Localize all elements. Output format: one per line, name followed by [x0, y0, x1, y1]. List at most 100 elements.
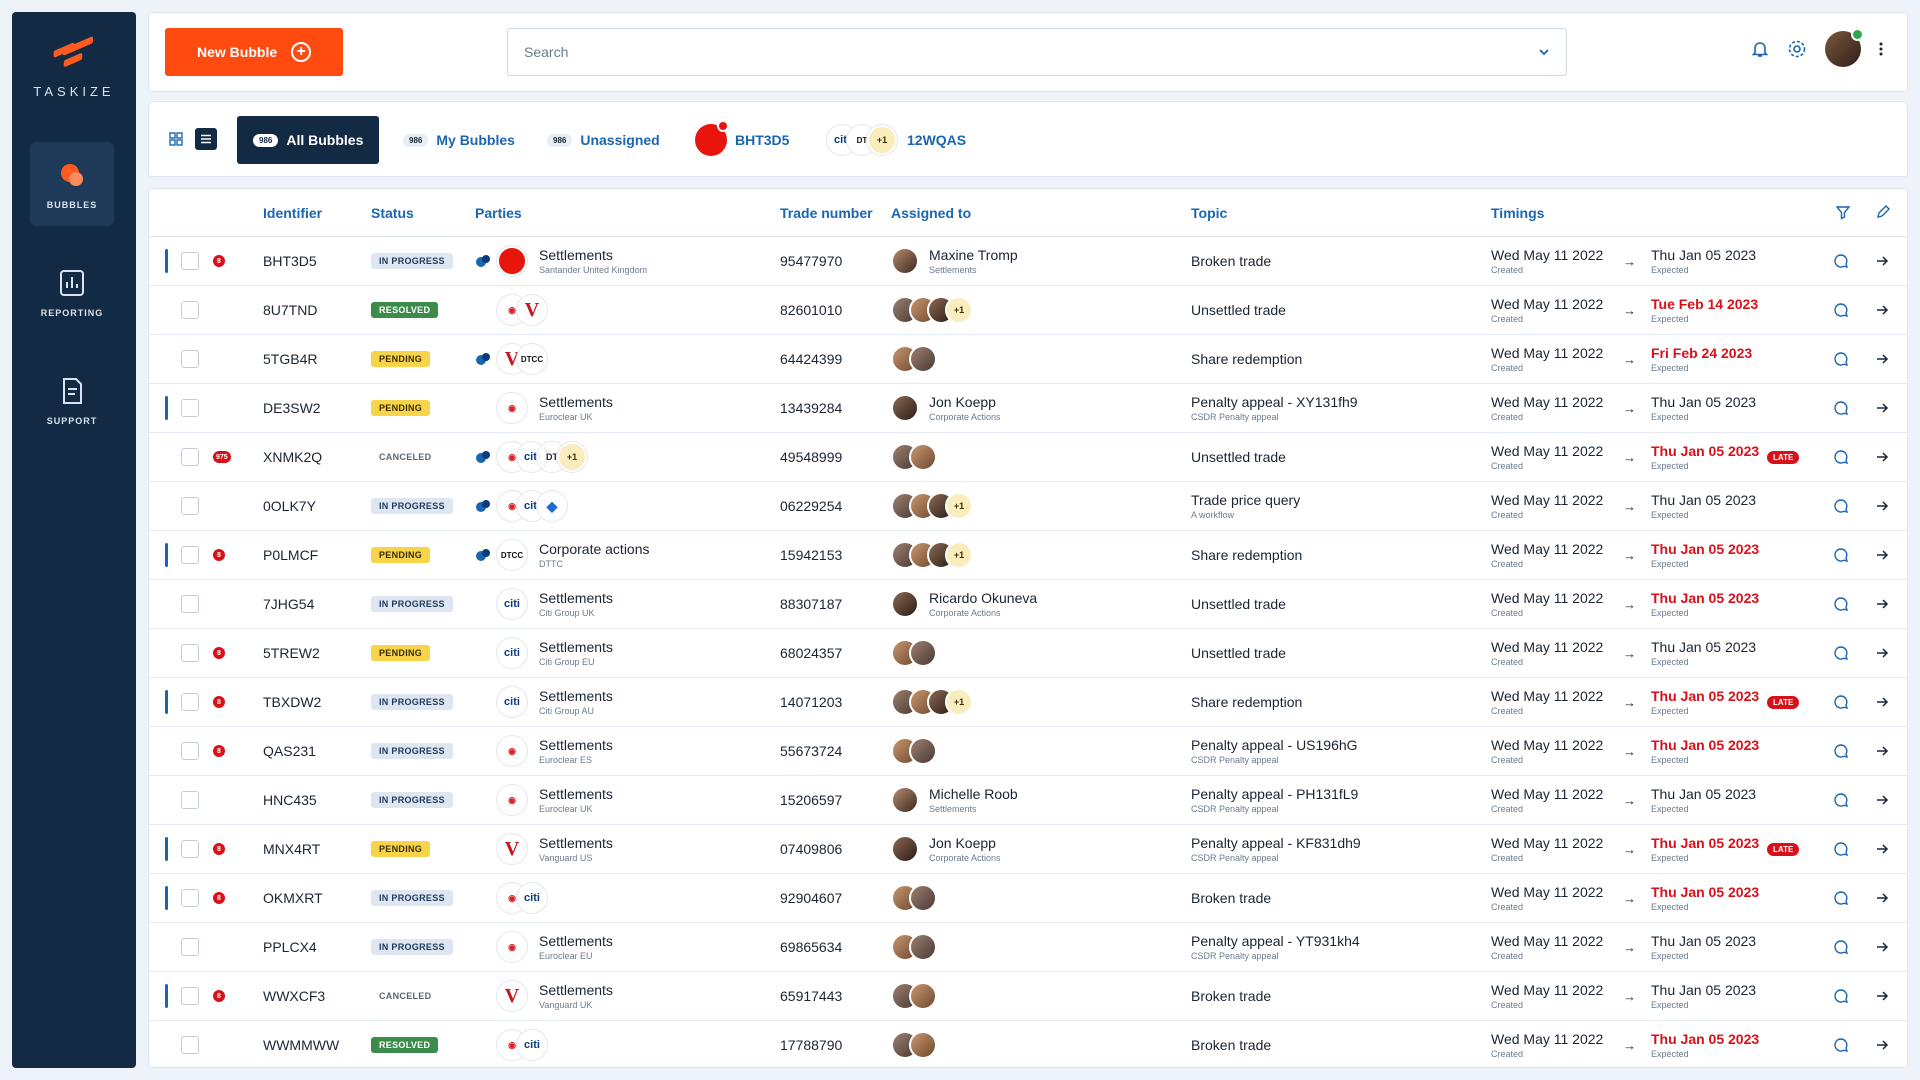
- table-row[interactable]: 8 WWXCF3 CANCELED V Settlements Vanguard UK 65…: [149, 972, 1907, 1021]
- row-identifier[interactable]: MNX4RT: [263, 825, 320, 873]
- table-row[interactable]: 8 TBXDW2 IN PROGRESS citi Settlements Citi Gr…: [149, 678, 1907, 727]
- table-row[interactable]: 7JHG54 IN PROGRESS citi Settlements Citi Gro…: [149, 580, 1907, 629]
- grid-view-button[interactable]: [165, 128, 187, 150]
- sidebar-item-support[interactable]: SUPPORT: [30, 358, 114, 442]
- column-header-assigned-to[interactable]: Assigned to: [891, 205, 971, 221]
- row-checkbox[interactable]: [181, 1036, 199, 1054]
- table-row[interactable]: 8U7TND RESOLVED ◉ V 82601010 +1 Unsettled trad…: [149, 286, 1907, 335]
- row-identifier[interactable]: QAS231: [263, 727, 316, 775]
- row-checkbox[interactable]: [181, 301, 199, 319]
- sidebar-item-bubbles[interactable]: BUBBLES: [30, 142, 114, 226]
- row-checkbox[interactable]: [181, 742, 199, 760]
- row-identifier[interactable]: P0LMCF: [263, 531, 318, 579]
- row-checkbox[interactable]: [181, 497, 199, 515]
- tab-unassigned[interactable]: 986 Unassigned: [531, 116, 676, 164]
- row-checkbox[interactable]: [181, 644, 199, 662]
- chevron-down-icon[interactable]: [1538, 46, 1550, 58]
- table-row[interactable]: 8 P0LMCF PENDING DTCC Corporate actions DTTC 1…: [149, 531, 1907, 580]
- table-row[interactable]: 8 MNX4RT PENDING V Settlements Vanguard US 074…: [149, 825, 1907, 874]
- row-identifier[interactable]: XNMK2Q: [263, 433, 322, 481]
- open-row-arrow-icon[interactable]: [1875, 482, 1889, 530]
- table-row[interactable]: 975 XNMK2Q CANCELED ◉ citi DT +1 49548999 Unsett…: [149, 433, 1907, 482]
- open-row-arrow-icon[interactable]: [1875, 335, 1889, 383]
- taskize-logo[interactable]: TASKIZE: [12, 36, 136, 99]
- open-row-arrow-icon[interactable]: [1875, 776, 1889, 824]
- row-checkbox[interactable]: [181, 350, 199, 368]
- row-checkbox[interactable]: [181, 889, 199, 907]
- row-checkbox[interactable]: [181, 252, 199, 270]
- gear-icon[interactable]: [1787, 39, 1807, 59]
- open-row-arrow-icon[interactable]: [1875, 286, 1889, 334]
- list-view-button[interactable]: [195, 128, 217, 150]
- row-checkbox[interactable]: [181, 546, 199, 564]
- filter-icon[interactable]: [1835, 204, 1851, 220]
- table-row[interactable]: PPLCX4 IN PROGRESS ◉ Settlements Euroclear E…: [149, 923, 1907, 972]
- comment-icon[interactable]: [1833, 433, 1849, 481]
- row-identifier[interactable]: 5TGB4R: [263, 335, 317, 383]
- table-row[interactable]: 8 BHT3D5 IN PROGRESS Settlements Santander U…: [149, 237, 1907, 286]
- table-row[interactable]: 8 5TREW2 PENDING citi Settlements Citi Group …: [149, 629, 1907, 678]
- comment-icon[interactable]: [1833, 678, 1849, 726]
- table-row[interactable]: WWMMWW RESOLVED ◉ citi 17788790 Broken trade W…: [149, 1021, 1907, 1067]
- open-row-arrow-icon[interactable]: [1875, 384, 1889, 432]
- tab-bht3d5[interactable]: BHT3D5: [679, 116, 805, 164]
- comment-icon[interactable]: [1833, 1021, 1849, 1067]
- row-identifier[interactable]: HNC435: [263, 776, 317, 824]
- row-identifier[interactable]: 8U7TND: [263, 286, 317, 334]
- open-row-arrow-icon[interactable]: [1875, 678, 1889, 726]
- comment-icon[interactable]: [1833, 629, 1849, 677]
- column-header-topic[interactable]: Topic: [1191, 205, 1227, 221]
- open-row-arrow-icon[interactable]: [1875, 531, 1889, 579]
- row-identifier[interactable]: DE3SW2: [263, 384, 321, 432]
- row-checkbox[interactable]: [181, 840, 199, 858]
- row-checkbox[interactable]: [181, 791, 199, 809]
- row-checkbox[interactable]: [181, 399, 199, 417]
- comment-icon[interactable]: [1833, 286, 1849, 334]
- comment-icon[interactable]: [1833, 384, 1849, 432]
- bell-icon[interactable]: [1751, 40, 1769, 58]
- tab-my-bubbles[interactable]: 986 My Bubbles: [387, 116, 531, 164]
- comment-icon[interactable]: [1833, 874, 1849, 922]
- comment-icon[interactable]: [1833, 972, 1849, 1020]
- comment-icon[interactable]: [1833, 776, 1849, 824]
- comment-icon[interactable]: [1833, 237, 1849, 285]
- comment-icon[interactable]: [1833, 727, 1849, 775]
- column-header-trade-number[interactable]: Trade number: [780, 205, 873, 221]
- open-row-arrow-icon[interactable]: [1875, 923, 1889, 971]
- comment-icon[interactable]: [1833, 580, 1849, 628]
- row-identifier[interactable]: WWMMWW: [263, 1021, 339, 1067]
- row-identifier[interactable]: 7JHG54: [263, 580, 314, 628]
- comment-icon[interactable]: [1833, 531, 1849, 579]
- user-avatar[interactable]: [1825, 28, 1864, 67]
- row-identifier[interactable]: 5TREW2: [263, 629, 320, 677]
- row-identifier[interactable]: TBXDW2: [263, 678, 321, 726]
- more-vertical-icon[interactable]: [1879, 41, 1883, 57]
- table-row[interactable]: 5TGB4R PENDING V DTCC 64424399 Share redempti…: [149, 335, 1907, 384]
- column-header-timings[interactable]: Timings: [1491, 205, 1544, 221]
- tab-all-bubbles[interactable]: 986 All Bubbles: [237, 116, 380, 164]
- open-row-arrow-icon[interactable]: [1875, 629, 1889, 677]
- column-header-parties[interactable]: Parties: [475, 205, 522, 221]
- open-row-arrow-icon[interactable]: [1875, 825, 1889, 873]
- row-checkbox[interactable]: [181, 987, 199, 1005]
- sidebar-item-reporting[interactable]: REPORTING: [30, 250, 114, 334]
- row-identifier[interactable]: BHT3D5: [263, 237, 317, 285]
- comment-icon[interactable]: [1833, 825, 1849, 873]
- row-checkbox[interactable]: [181, 595, 199, 613]
- open-row-arrow-icon[interactable]: [1875, 972, 1889, 1020]
- new-bubble-button[interactable]: New Bubble +: [165, 28, 343, 76]
- search-box[interactable]: [507, 28, 1567, 76]
- open-row-arrow-icon[interactable]: [1875, 874, 1889, 922]
- row-checkbox[interactable]: [181, 693, 199, 711]
- open-row-arrow-icon[interactable]: [1875, 1021, 1889, 1067]
- table-row[interactable]: DE3SW2 PENDING ◉ Settlements Euroclear UK 134…: [149, 384, 1907, 433]
- edit-icon[interactable]: [1875, 204, 1891, 220]
- table-row[interactable]: 8 OKMXRT IN PROGRESS ◉ citi 92904607 Broken tr…: [149, 874, 1907, 923]
- open-row-arrow-icon[interactable]: [1875, 727, 1889, 775]
- tab-12wqas[interactable]: citi DT +1 12WQAS: [811, 116, 982, 164]
- table-row[interactable]: 0OLK7Y IN PROGRESS ◉ citi ◆ 06229254 +1 Trade p…: [149, 482, 1907, 531]
- comment-icon[interactable]: [1833, 923, 1849, 971]
- row-identifier[interactable]: 0OLK7Y: [263, 482, 316, 530]
- open-row-arrow-icon[interactable]: [1875, 237, 1889, 285]
- row-identifier[interactable]: WWXCF3: [263, 972, 325, 1020]
